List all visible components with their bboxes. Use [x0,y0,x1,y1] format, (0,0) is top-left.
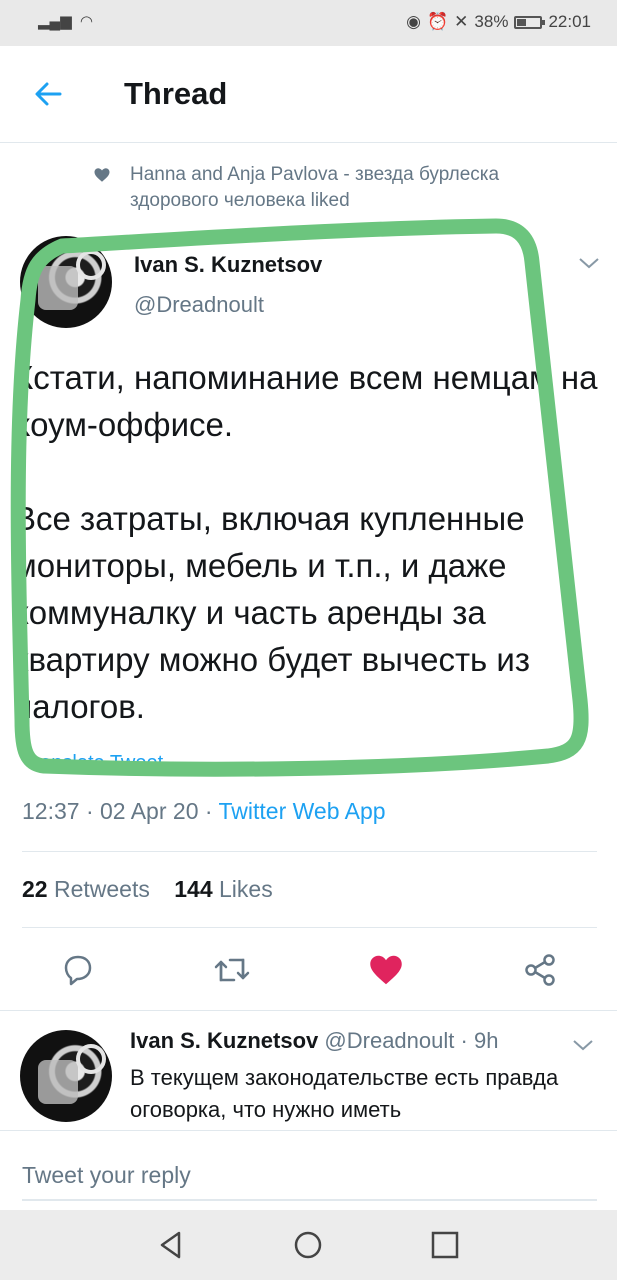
reply-header[interactable]: Ivan S. Kuznetsov @Dreadnoult · 9h [130,1028,498,1054]
reply-input[interactable] [22,1151,597,1201]
author-name[interactable]: Ivan S. Kuznetsov [134,252,322,278]
tweet-text: Кстати, напоминание всем немцам на хоум-… [14,359,598,725]
wifi-icon: ◠ [79,13,93,30]
translate-tweet-link[interactable]: Translate Tweet [22,752,163,762]
status-indicators: ◉ ⏰ ✕ 38% 22:01 [406,12,591,32]
page-title: Thread [124,76,228,111]
nav-recents-icon[interactable] [428,1228,462,1262]
nav-back-icon[interactable] [154,1228,188,1262]
likes-label: Likes [219,876,273,902]
share-icon [525,954,555,986]
clock: 22:01 [548,12,591,31]
author-avatar[interactable] [20,236,112,328]
tweet-time: 12:37 [22,798,80,824]
eye-icon: ◉ [406,12,421,31]
signal-wifi-icons: ▂▄▆ ◠ [38,12,93,30]
divider [22,851,597,852]
heart-icon [94,168,110,182]
retweet-button[interactable] [210,948,254,992]
nav-home-icon[interactable] [291,1228,325,1262]
battery-icon [514,15,546,29]
retweets-count: 22 [22,876,48,902]
meta-separator: · [460,1028,474,1053]
system-nav-bar [0,1210,617,1280]
reply-composer [0,1130,617,1211]
meta-separator: · [85,798,101,824]
author-handle[interactable]: @Dreadnoult [134,292,264,318]
mute-icon: ✕ [454,12,469,31]
likes-count: 144 [174,876,213,902]
retweets-stat[interactable]: 22 Retweets [22,876,150,902]
arrow-left-icon [35,82,62,106]
reply-button[interactable] [56,948,100,992]
heart-filled-icon [370,955,402,985]
chevron-down-icon[interactable] [578,256,600,270]
tweet-date: 02 Apr 20 [100,798,199,824]
back-button[interactable] [28,74,68,114]
signal-icon: ▂▄▆ [38,13,72,30]
divider [22,927,597,928]
tweet-meta: 12:37 · 02 Apr 20 · Twitter Web App [22,798,386,825]
app-header: Thread [0,46,617,143]
battery-percent: 38% [474,12,509,31]
reply-age: 9h [473,1028,499,1053]
tweet-stats: 22 Retweets 144 Likes [22,876,273,903]
reply-author-name: Ivan S. Kuznetsov [130,1028,319,1053]
tweet-source-link[interactable]: Twitter Web App [219,798,386,824]
divider [0,1010,617,1011]
chevron-down-icon[interactable] [572,1038,594,1052]
meta-separator: · [204,798,219,824]
reply-icon [64,955,92,986]
share-button[interactable] [518,948,562,992]
reply-text[interactable]: В текущем законодательстве есть правда о… [130,1062,570,1128]
status-bar: ▂▄▆ ◠ ◉ ⏰ ✕ 38% 22:01 [0,0,617,46]
reply-author-avatar[interactable] [20,1030,112,1122]
reply-author-handle: @Dreadnoult [324,1028,455,1053]
likes-stat[interactable]: 144 Likes [174,876,272,902]
like-button[interactable] [364,948,408,992]
retweet-icon [214,958,250,982]
retweets-label: Retweets [53,876,150,902]
social-context[interactable]: Hanna and Anja Pavlova - звезда бурлеска… [130,162,590,214]
alarm-icon: ⏰ [427,12,449,31]
